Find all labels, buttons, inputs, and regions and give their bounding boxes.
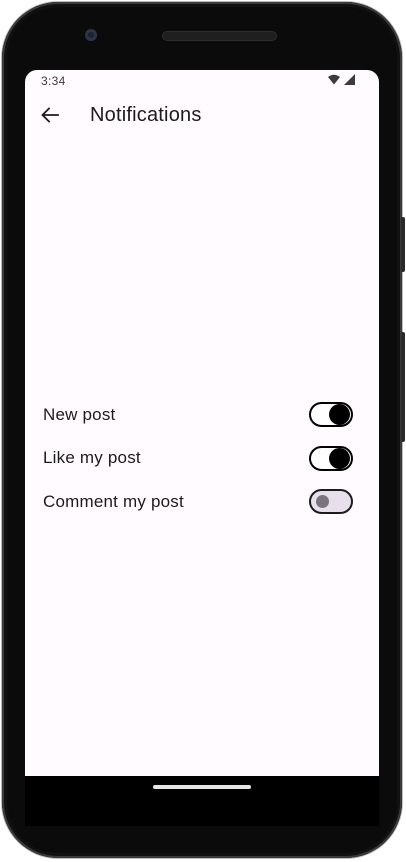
top-app-bar: Notifications: [25, 92, 379, 140]
home-gesture-handle[interactable]: [153, 785, 251, 789]
back-button[interactable]: [37, 102, 63, 128]
setting-row-like-my-post: Like my post: [25, 437, 379, 481]
volume-button: [401, 332, 405, 442]
arrow-left-icon: [41, 107, 59, 123]
power-button: [401, 217, 405, 272]
toggle-new-post[interactable]: [309, 402, 353, 428]
notification-settings-list: New post Like my post Comment my post: [25, 393, 379, 524]
app-screen: 3:34 Notifications New post Like my post…: [25, 70, 379, 776]
status-icons: [328, 74, 365, 85]
status-time: 3:34: [41, 74, 66, 88]
setting-row-new-post: New post: [25, 393, 379, 437]
earpiece-speaker: [162, 31, 277, 41]
page-title: Notifications: [90, 104, 202, 126]
toggle-like-my-post[interactable]: [309, 445, 353, 471]
toggle-thumb: [329, 404, 350, 426]
setting-row-comment-my-post: Comment my post: [25, 480, 379, 524]
toggle-thumb: [329, 447, 350, 469]
system-navigation-bar: [25, 776, 379, 826]
setting-label-comment-my-post: Comment my post: [43, 491, 184, 511]
wifi-icon: [328, 74, 340, 85]
toggle-comment-my-post[interactable]: [309, 489, 353, 515]
setting-label-new-post: New post: [43, 404, 116, 424]
setting-label-like-my-post: Like my post: [43, 448, 141, 468]
status-bar: 3:34: [25, 70, 379, 92]
battery-icon: [360, 76, 364, 85]
cell-signal-icon: [344, 74, 355, 85]
front-camera: [85, 29, 97, 41]
toggle-thumb: [316, 495, 329, 509]
